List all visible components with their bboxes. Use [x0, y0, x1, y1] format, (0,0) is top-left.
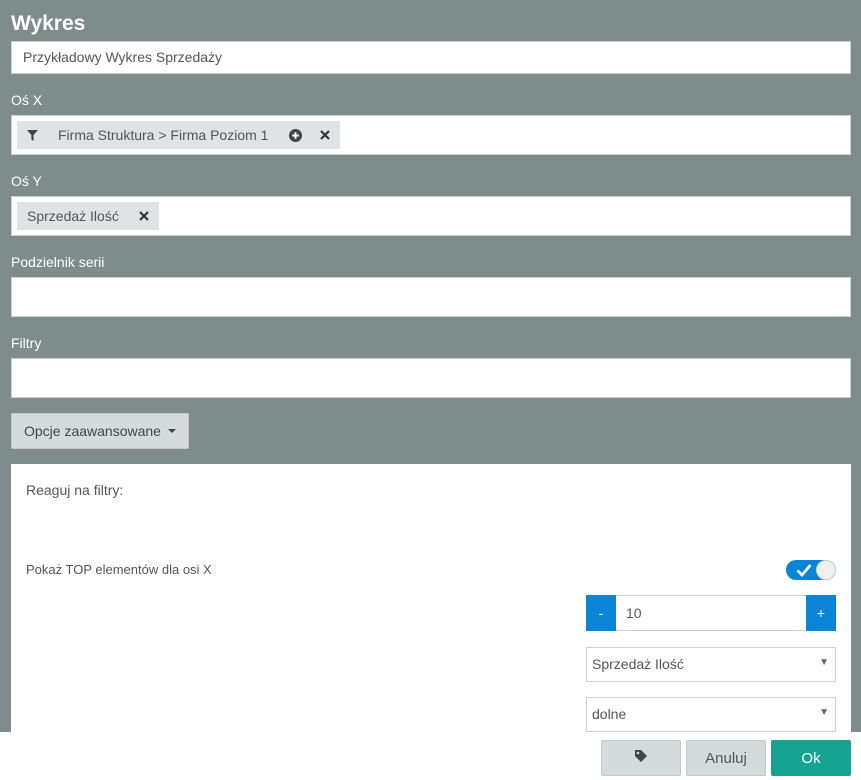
top-count-input[interactable]: 10 [616, 595, 806, 631]
dialog-title: Wykres [11, 12, 86, 35]
dialog-footer: Anuluj Ok [0, 732, 861, 780]
x-axis-field[interactable]: Firma Struktura > Firma Poziom 1 [11, 115, 851, 155]
y-axis-label: Oś Y [11, 173, 42, 189]
measure-select[interactable]: Sprzedaż Ilość ▼ [586, 647, 836, 682]
cancel-button[interactable]: Anuluj [686, 740, 766, 776]
increment-button[interactable]: + [806, 595, 836, 631]
measure-select-value: Sprzedaż Ilość [592, 656, 684, 672]
filters-label: Filtry [11, 335, 42, 351]
advanced-options-label: Opcje zaawansowane [24, 423, 161, 439]
caret-down-icon [167, 429, 176, 433]
plus-circle-icon[interactable] [289, 128, 303, 142]
ok-button[interactable]: Ok [771, 740, 851, 776]
dropdown-arrow-icon: ▼ [819, 707, 829, 718]
order-select-value: dolne [592, 706, 627, 722]
filter-icon[interactable] [27, 129, 38, 141]
filters-field[interactable] [11, 358, 851, 398]
tag-button[interactable] [601, 740, 681, 776]
chart-name-input[interactable]: Przykładowy Wykres Sprzedaży [11, 41, 851, 74]
close-icon[interactable] [139, 211, 149, 221]
series-divider-field[interactable] [11, 277, 851, 317]
react-filters-label: Reaguj na filtry: [26, 482, 124, 498]
top-elements-toggle[interactable] [786, 560, 836, 580]
advanced-options-button[interactable]: Opcje zaawansowane [11, 413, 189, 449]
x-axis-label: Oś X [11, 92, 43, 108]
decrement-button[interactable]: - [586, 595, 616, 631]
x-axis-chip: Firma Struktura > Firma Poziom 1 [17, 121, 341, 149]
order-select[interactable]: dolne ▼ [586, 697, 836, 732]
y-axis-chip-label: Sprzedaż Ilość [27, 208, 119, 224]
y-axis-chip: Sprzedaż Ilość [17, 202, 159, 230]
dropdown-arrow-icon: ▼ [819, 657, 829, 668]
x-axis-chip-label: Firma Struktura > Firma Poziom 1 [58, 127, 269, 143]
y-axis-field[interactable]: Sprzedaż Ilość [11, 196, 851, 236]
tag-icon [634, 749, 648, 767]
close-icon[interactable] [320, 130, 331, 140]
check-icon [796, 563, 812, 582]
top-elements-label: Pokaż TOP elementów dla osi X [26, 562, 212, 577]
series-divider-label: Podzielnik serii [11, 254, 105, 270]
top-count-stepper: - 10 + [586, 595, 836, 631]
toggle-knob [816, 560, 836, 580]
